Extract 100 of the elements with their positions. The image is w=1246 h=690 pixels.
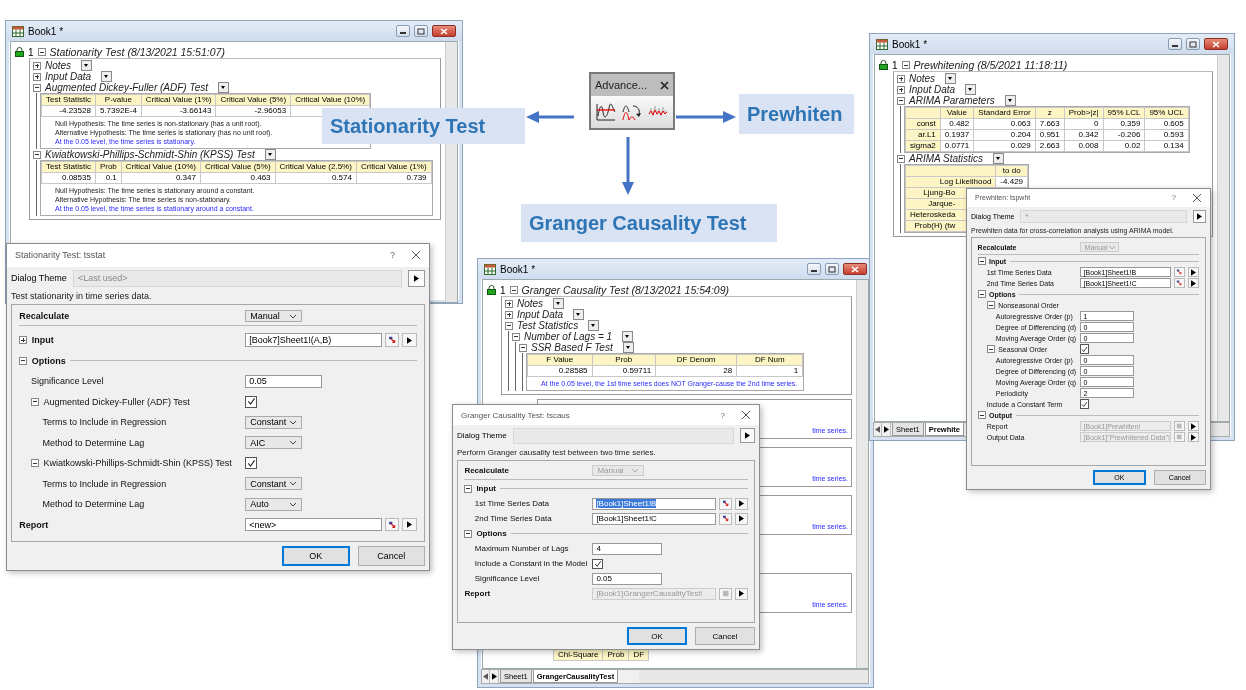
- collapse-icon[interactable]: [977, 411, 986, 420]
- text-field[interactable]: 0.05: [592, 573, 663, 585]
- close-button[interactable]: [1192, 192, 1202, 203]
- theme-field[interactable]: [512, 428, 734, 444]
- dropdown-button[interactable]: [218, 82, 229, 93]
- checkbox[interactable]: [592, 558, 604, 570]
- dropdown[interactable]: Constant: [245, 477, 302, 491]
- dropdown-button[interactable]: [622, 331, 634, 342]
- collapse-icon[interactable]: [897, 96, 905, 105]
- expand-icon[interactable]: [505, 299, 513, 308]
- dropdown-button[interactable]: [945, 73, 957, 84]
- close-button[interactable]: [432, 25, 456, 37]
- dialog-button[interactable]: Cancel: [695, 627, 755, 645]
- collapse-icon[interactable]: [464, 485, 473, 493]
- minimize-button[interactable]: [396, 25, 410, 37]
- help-button[interactable]: ?: [382, 250, 403, 261]
- data-selector-button[interactable]: [1174, 267, 1186, 278]
- collapse-icon[interactable]: [977, 257, 986, 266]
- collapse-icon[interactable]: [30, 459, 39, 468]
- help-button[interactable]: ?: [712, 410, 733, 420]
- expand-icon[interactable]: [19, 336, 28, 345]
- dropdown-button[interactable]: [553, 298, 565, 309]
- minimize-button[interactable]: [807, 263, 821, 275]
- dropdown[interactable]: Constant: [245, 415, 302, 429]
- menu-button[interactable]: [1188, 432, 1200, 443]
- minimize-button[interactable]: [1168, 38, 1182, 50]
- scrollbar[interactable]: [856, 280, 868, 668]
- menu-button[interactable]: [1188, 278, 1200, 289]
- expand-icon[interactable]: [33, 61, 41, 70]
- collapse-icon[interactable]: [986, 301, 995, 310]
- checkbox[interactable]: [1079, 399, 1090, 410]
- checkbox[interactable]: [1079, 344, 1090, 355]
- dropdown-button[interactable]: [264, 149, 276, 160]
- data-selector-button[interactable]: [719, 513, 732, 525]
- menu-button[interactable]: [739, 428, 755, 444]
- dropdown-button[interactable]: [588, 320, 600, 331]
- close-button[interactable]: [741, 410, 751, 420]
- close-button[interactable]: [843, 263, 867, 275]
- range-field[interactable]: [Book1]Sheet1!B: [592, 498, 716, 510]
- menu-button[interactable]: [734, 513, 748, 525]
- collapse-icon[interactable]: [33, 83, 41, 92]
- expand-icon[interactable]: [897, 74, 905, 83]
- menu-button[interactable]: [734, 588, 748, 600]
- collapse-icon[interactable]: [897, 154, 905, 163]
- range-field[interactable]: <new>: [245, 518, 383, 532]
- dialog-button[interactable]: Cancel: [357, 546, 425, 566]
- maximize-button[interactable]: [414, 25, 428, 37]
- collapse-icon[interactable]: [901, 61, 910, 69]
- dropdown-button[interactable]: [965, 84, 977, 95]
- menu-button[interactable]: [407, 269, 425, 287]
- range-field[interactable]: [Book7]Sheet1!(A,B): [245, 333, 383, 347]
- dropdown[interactable]: AIC: [245, 436, 302, 450]
- data-selector-button[interactable]: [719, 498, 732, 510]
- dialog-button[interactable]: OK: [282, 546, 350, 566]
- collapse-icon[interactable]: [19, 356, 28, 365]
- dropdown-button[interactable]: [101, 71, 113, 82]
- menu-button[interactable]: [402, 518, 417, 532]
- next-sheet-button[interactable]: [883, 423, 891, 436]
- expand-icon[interactable]: [897, 85, 905, 94]
- dropdown-button[interactable]: [1004, 95, 1016, 106]
- collapse-icon[interactable]: [519, 343, 527, 352]
- range-field[interactable]: [Book1]Sheet1!C: [592, 513, 716, 525]
- menu-button[interactable]: [1192, 209, 1206, 224]
- collapse-icon[interactable]: [505, 321, 513, 330]
- menu-button[interactable]: [402, 333, 417, 347]
- text-field[interactable]: 4: [592, 543, 663, 555]
- dropdown-button[interactable]: [622, 342, 634, 353]
- collapse-icon[interactable]: [512, 332, 520, 341]
- scrollbar[interactable]: [1217, 55, 1229, 421]
- data-selector-button[interactable]: [1174, 278, 1186, 289]
- next-sheet-button[interactable]: [491, 670, 499, 683]
- maximize-button[interactable]: [1186, 38, 1200, 50]
- dropdown[interactable]: Manual: [245, 309, 302, 323]
- collapse-icon[interactable]: [33, 150, 41, 159]
- expand-icon[interactable]: [33, 72, 41, 81]
- text-field[interactable]: 0.05: [245, 374, 323, 388]
- dropdown-button[interactable]: [81, 60, 93, 71]
- checkbox[interactable]: [245, 457, 258, 470]
- dropdown-button[interactable]: [993, 153, 1005, 164]
- menu-button[interactable]: [734, 498, 748, 510]
- close-button[interactable]: [411, 250, 421, 261]
- data-selector-button[interactable]: [385, 518, 400, 532]
- dialog-button[interactable]: OK: [627, 627, 687, 645]
- checkbox[interactable]: [245, 395, 258, 408]
- previous-sheet-button[interactable]: [482, 670, 490, 683]
- close-button[interactable]: [1204, 38, 1228, 50]
- expand-icon[interactable]: [505, 310, 513, 319]
- collapse-icon[interactable]: [37, 48, 46, 56]
- collapse-icon[interactable]: [977, 290, 986, 299]
- scrollbar[interactable]: [639, 670, 868, 683]
- dropdown[interactable]: Auto: [245, 497, 302, 511]
- data-selector-button[interactable]: [385, 333, 400, 347]
- close-button[interactable]: [660, 80, 669, 90]
- collapse-icon[interactable]: [464, 530, 473, 538]
- collapse-icon[interactable]: [986, 345, 995, 354]
- previous-sheet-button[interactable]: [874, 423, 882, 436]
- maximize-button[interactable]: [825, 263, 839, 275]
- dropdown-button[interactable]: [573, 309, 585, 320]
- collapse-icon[interactable]: [509, 286, 518, 294]
- collapse-icon[interactable]: [30, 397, 39, 406]
